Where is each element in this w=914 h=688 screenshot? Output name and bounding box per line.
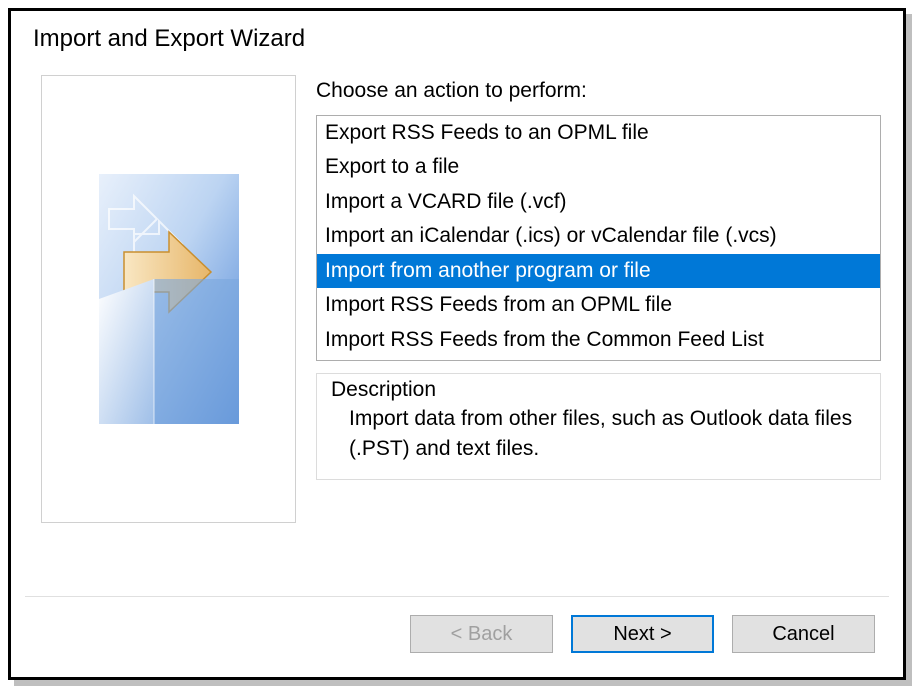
action-listbox[interactable]: Export RSS Feeds to an OPML fileExport t… [316, 115, 881, 361]
action-list-item[interactable]: Export to a file [317, 150, 880, 184]
wizard-button-row: < Back Next > Cancel [11, 597, 903, 677]
wizard-arrow-icon [99, 174, 239, 424]
action-list-item[interactable]: Import a VCARD file (.vcf) [317, 185, 880, 219]
description-group: Description Import data from other files… [316, 373, 881, 480]
next-button[interactable]: Next > [571, 615, 714, 653]
action-list-item[interactable]: Import from another program or file [317, 254, 880, 288]
dialog-title: Import and Export Wizard [11, 11, 903, 63]
action-prompt: Choose an action to perform: [316, 75, 881, 107]
action-list-item[interactable]: Import RSS Feeds from the Common Feed Li… [317, 323, 880, 357]
action-list-item[interactable]: Import RSS Feeds from an OPML file [317, 288, 880, 322]
description-legend: Description [331, 378, 866, 402]
cancel-button[interactable]: Cancel [732, 615, 875, 653]
wizard-dialog: Import and Export Wizard [8, 8, 906, 680]
wizard-content: Choose an action to perform: Export RSS … [316, 75, 881, 570]
back-button[interactable]: < Back [410, 615, 553, 653]
wizard-body: Choose an action to perform: Export RSS … [11, 63, 903, 570]
action-list-item[interactable]: Import an iCalendar (.ics) or vCalendar … [317, 219, 880, 253]
description-text: Import data from other files, such as Ou… [331, 404, 866, 465]
wizard-graphic-panel [41, 75, 296, 523]
action-list-item[interactable]: Export RSS Feeds to an OPML file [317, 116, 880, 150]
